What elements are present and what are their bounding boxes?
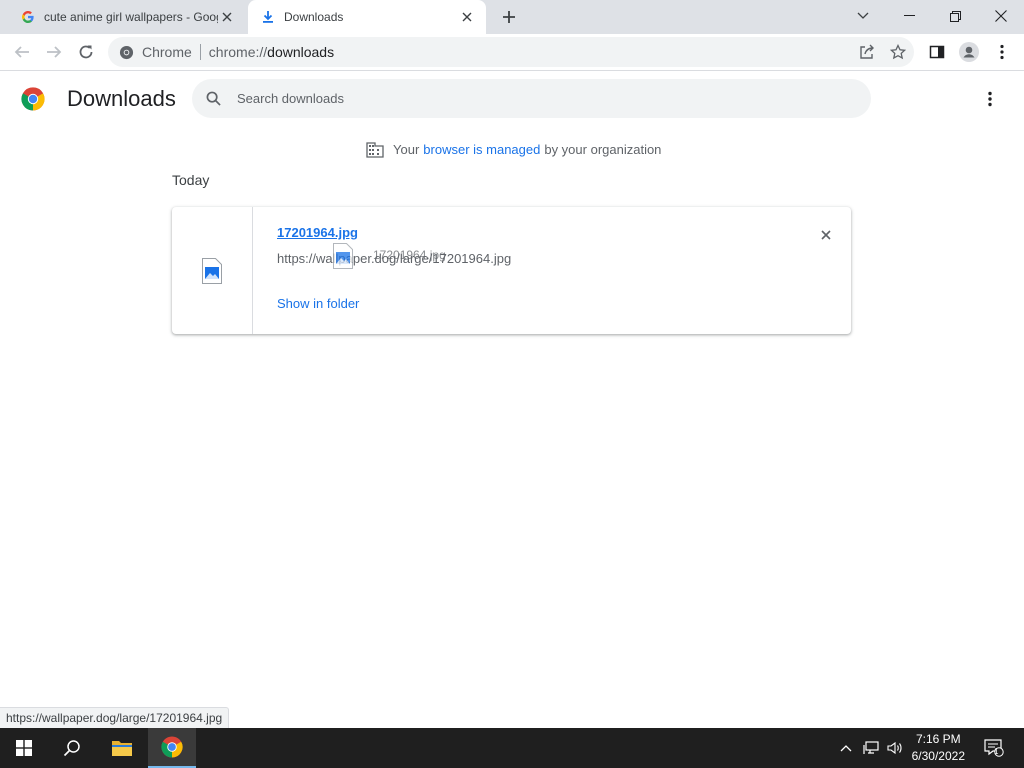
- file-name-link[interactable]: 17201964.jpg: [277, 225, 358, 240]
- taskbar-search-button[interactable]: [48, 728, 96, 768]
- close-icon: [821, 230, 831, 240]
- speaker-icon: [887, 741, 902, 755]
- profile-button[interactable]: [954, 37, 984, 67]
- file-icon-column[interactable]: [172, 207, 253, 334]
- address-bar[interactable]: Chrome chrome://downloads: [108, 37, 914, 67]
- network-button[interactable]: [860, 728, 882, 768]
- side-panel-button[interactable]: [922, 37, 952, 67]
- close-window-button[interactable]: [978, 0, 1024, 32]
- managed-suffix: by your organization: [544, 141, 662, 157]
- url-path: downloads: [267, 44, 335, 60]
- new-tab-button[interactable]: [498, 6, 520, 28]
- minimize-icon: [903, 15, 915, 16]
- side-panel-icon: [929, 45, 945, 59]
- bookmark-button[interactable]: [883, 37, 913, 67]
- reload-icon: [79, 45, 93, 59]
- tab-strip: cute anime girl wallpapers - Google Sear…: [0, 0, 1024, 34]
- clock[interactable]: 7:16 PM 6/30/2022: [912, 731, 965, 765]
- avatar-icon: [959, 42, 979, 62]
- kebab-menu-icon: [1000, 44, 1004, 60]
- search-icon: [63, 740, 80, 757]
- minimize-button[interactable]: [886, 0, 932, 32]
- windows-taskbar: 7:16 PM 6/30/2022 1: [0, 728, 1024, 768]
- browser-toolbar: Chrome chrome://downloads: [0, 34, 1024, 71]
- chevron-down-icon: [857, 12, 869, 19]
- share-button[interactable]: [852, 37, 882, 67]
- windows-logo-icon: [16, 740, 32, 756]
- arrow-left-icon: [14, 46, 29, 58]
- notification-count: 1: [994, 747, 999, 756]
- chrome-logo-icon: [161, 736, 183, 758]
- managed-notice: Your browser is managed by your organiza…: [366, 140, 661, 158]
- action-center-button[interactable]: 1: [980, 728, 1008, 768]
- show-in-folder-link[interactable]: Show in folder: [277, 296, 359, 311]
- downloads-more-actions-button[interactable]: [978, 87, 1002, 111]
- search-input[interactable]: [237, 91, 837, 106]
- image-file-icon: [202, 257, 222, 284]
- folder-icon: [112, 741, 132, 756]
- kebab-menu-icon: [988, 91, 992, 107]
- close-icon: [995, 10, 1007, 22]
- reload-button[interactable]: [71, 37, 101, 67]
- restore-button[interactable]: [932, 0, 978, 32]
- start-button[interactable]: [0, 728, 48, 768]
- file-explorer-button[interactable]: [98, 728, 146, 768]
- close-tab-icon[interactable]: [458, 8, 476, 26]
- chevron-up-icon: [840, 745, 852, 752]
- browser-menu-button[interactable]: [987, 37, 1017, 67]
- tab-google-search[interactable]: cute anime girl wallpapers - Google Sear…: [8, 0, 246, 34]
- download-icon: [260, 9, 276, 25]
- link-status-bubble: https://wallpaper.dog/large/17201964.jpg: [0, 707, 230, 728]
- managed-prefix: Your: [393, 141, 420, 157]
- download-item-card: 17201964.jpg https://wallpaper.dog/large…: [172, 207, 851, 334]
- omnibox-chip: Chrome: [142, 44, 192, 60]
- back-button[interactable]: [7, 37, 37, 67]
- tab-title: cute anime girl wallpapers - Google Sear…: [44, 10, 218, 24]
- close-tab-icon[interactable]: [218, 8, 236, 26]
- drag-ghost-label: 17201964.jpg: [373, 248, 446, 262]
- search-icon: [204, 90, 222, 108]
- managed-link[interactable]: browser is managed: [423, 142, 540, 157]
- tab-title: Downloads: [284, 10, 344, 24]
- drag-ghost: 17201964.jpg: [333, 243, 446, 269]
- omnibox-divider: [199, 44, 201, 60]
- network-icon: [863, 741, 879, 754]
- image-file-icon: [333, 243, 353, 269]
- remove-download-button[interactable]: [816, 225, 836, 245]
- page-title: Downloads: [67, 86, 176, 111]
- arrow-right-icon: [47, 46, 62, 58]
- star-icon: [890, 44, 906, 60]
- clock-time: 7:16 PM: [915, 732, 961, 746]
- tab-downloads[interactable]: Downloads: [248, 0, 486, 34]
- share-icon: [860, 44, 874, 59]
- google-icon: [20, 9, 36, 25]
- plus-icon: [503, 11, 515, 23]
- forward-button[interactable]: [39, 37, 69, 67]
- clock-date: 6/30/2022: [911, 749, 965, 763]
- date-section-header: Today: [172, 172, 210, 188]
- restore-icon: [949, 10, 961, 22]
- chrome-logo-icon: [21, 87, 45, 111]
- volume-button[interactable]: [884, 728, 906, 768]
- show-hidden-icons-button[interactable]: [836, 728, 856, 768]
- chrome-page-icon: [118, 44, 134, 60]
- building-icon: [366, 142, 384, 158]
- chrome-taskbar-button[interactable]: [148, 728, 196, 768]
- url-text: chrome://downloads: [209, 44, 334, 60]
- url-scheme: chrome://: [208, 44, 268, 60]
- tab-search-button[interactable]: [840, 0, 886, 32]
- search-downloads-box[interactable]: [192, 79, 871, 118]
